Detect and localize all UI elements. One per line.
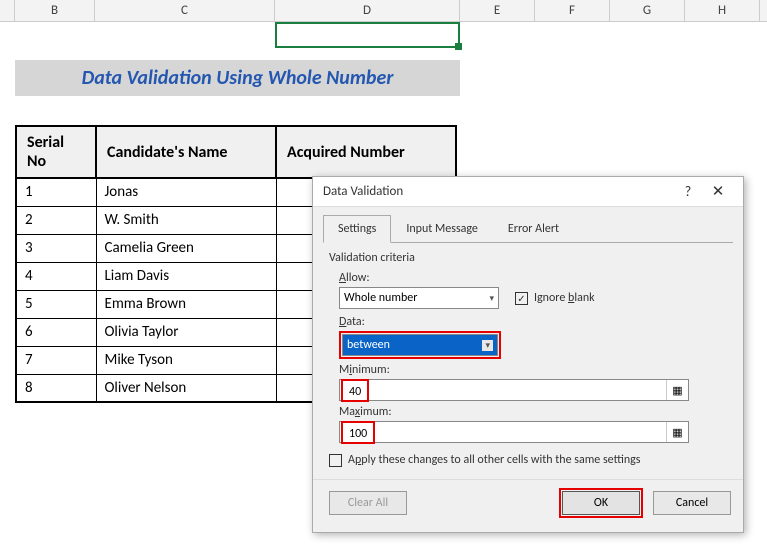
apply-label: Apply these changes to all other cells w… <box>348 453 641 467</box>
data-validation-dialog: Data Validation ? ✕ Settings Input Messa… <box>312 176 744 533</box>
allow-select[interactable]: Whole number ▾ <box>339 287 499 309</box>
criteria-label: Validation criteria <box>329 251 727 265</box>
th-acquired[interactable]: Acquired Number <box>276 126 456 178</box>
cell-name[interactable]: Jonas <box>96 178 276 206</box>
cell-serial[interactable]: 6 <box>16 318 96 346</box>
minimum-input[interactable]: 40 ▦ <box>339 379 689 401</box>
chevron-down-icon: ▾ <box>489 293 494 304</box>
dialog-tabs: Settings Input Message Error Alert <box>313 207 743 243</box>
cell-serial[interactable]: 7 <box>16 346 96 374</box>
help-icon[interactable]: ? <box>673 183 703 200</box>
cell-name[interactable]: Camelia Green <box>96 234 276 262</box>
cell-serial[interactable]: 8 <box>16 374 96 402</box>
dialog-titlebar[interactable]: Data Validation ? ✕ <box>313 177 743 207</box>
close-icon[interactable]: ✕ <box>703 182 733 201</box>
data-highlight: between ▾ <box>339 331 501 359</box>
tab-settings[interactable]: Settings <box>323 215 391 243</box>
ignore-blank-checkbox[interactable]: ✓ <box>515 292 528 305</box>
fill-handle[interactable] <box>455 43 462 50</box>
ignore-blank-row[interactable]: ✓ Ignore blank <box>515 291 595 305</box>
minimum-value: 40 <box>345 385 365 399</box>
dialog-footer: Clear All OK Cancel <box>313 479 743 532</box>
cell-name[interactable]: Oliver Nelson <box>96 374 276 402</box>
dialog-body: Validation criteria Allow: Whole number … <box>313 243 743 479</box>
clear-all-button[interactable]: Clear All <box>329 491 407 515</box>
allow-value: Whole number <box>344 291 417 305</box>
col-e[interactable]: E <box>460 0 535 21</box>
maximum-input[interactable]: 100 ▦ <box>339 421 689 443</box>
col-f[interactable]: F <box>535 0 610 21</box>
ok-button[interactable]: OK <box>562 491 640 515</box>
apply-changes-row[interactable]: Apply these changes to all other cells w… <box>329 453 727 467</box>
ignore-blank-label: Ignore blank <box>534 291 595 305</box>
dialog-title: Data Validation <box>323 184 673 199</box>
allow-label: Allow: <box>339 271 727 285</box>
data-value: between <box>347 338 390 352</box>
maximum-label: Maximum: <box>339 405 727 419</box>
col-g[interactable]: G <box>610 0 685 21</box>
cell-serial[interactable]: 4 <box>16 262 96 290</box>
data-label: Data: <box>339 315 727 329</box>
chevron-down-icon: ▾ <box>482 340 493 351</box>
col-h[interactable]: H <box>685 0 760 21</box>
ok-highlight: OK <box>559 488 643 518</box>
tab-input-message[interactable]: Input Message <box>391 215 493 243</box>
th-name[interactable]: Candidate's Name <box>96 126 276 178</box>
col-c[interactable]: C <box>95 0 275 21</box>
cell-serial[interactable]: 2 <box>16 206 96 234</box>
data-select[interactable]: between ▾ <box>342 334 498 356</box>
column-headers: B C D E F G H <box>0 0 767 22</box>
page-title: Data Validation Using Whole Number <box>15 60 460 96</box>
col-d[interactable]: D <box>275 0 460 21</box>
cancel-button[interactable]: Cancel <box>653 491 731 515</box>
cell-serial[interactable]: 1 <box>16 178 96 206</box>
cell-name[interactable]: Emma Brown <box>96 290 276 318</box>
minimum-highlight: 40 <box>341 379 369 402</box>
cell-name[interactable]: W. Smith <box>96 206 276 234</box>
cell-serial[interactable]: 3 <box>16 234 96 262</box>
tab-error-alert[interactable]: Error Alert <box>493 215 574 243</box>
cell-name[interactable]: Olivia Taylor <box>96 318 276 346</box>
cell-name[interactable]: Liam Davis <box>96 262 276 290</box>
th-serial[interactable]: Serial No <box>16 126 96 178</box>
col-blank <box>0 0 15 21</box>
apply-checkbox[interactable] <box>329 454 342 467</box>
maximum-value: 100 <box>345 427 371 441</box>
range-picker-icon[interactable]: ▦ <box>666 380 688 400</box>
range-picker-icon[interactable]: ▦ <box>666 422 688 442</box>
minimum-label: Minimum: <box>339 363 727 377</box>
maximum-highlight: 100 <box>341 421 375 444</box>
cell-serial[interactable]: 5 <box>16 290 96 318</box>
col-b[interactable]: B <box>15 0 95 21</box>
selected-cell-d1[interactable] <box>275 22 460 48</box>
cell-name[interactable]: Mike Tyson <box>96 346 276 374</box>
